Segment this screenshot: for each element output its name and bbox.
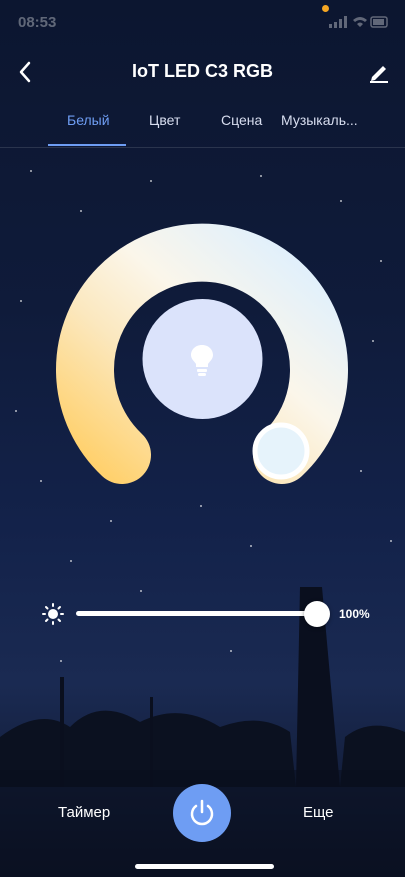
brightness-value: 100% <box>339 607 370 621</box>
brightness-slider-track[interactable] <box>76 611 316 616</box>
power-icon <box>190 799 214 826</box>
edit-pencil-icon[interactable] <box>367 60 391 84</box>
tab-music[interactable]: Музыкаль... <box>281 112 358 128</box>
mode-tabs: Белый Цвет Сцена Музыкаль... <box>0 112 405 148</box>
tab-scene[interactable]: Сцена <box>221 112 262 128</box>
power-button[interactable] <box>173 784 231 842</box>
temperature-handle <box>252 422 310 480</box>
tabs-divider <box>0 147 405 148</box>
tab-color[interactable]: Цвет <box>149 112 180 128</box>
signal-wifi-battery-icon <box>329 16 388 28</box>
status-time: 08:53 <box>18 14 57 31</box>
status-bar: 08:53 <box>0 0 405 44</box>
page-title: IoT LED C3 RGB <box>131 61 273 81</box>
sun-icon <box>42 603 64 625</box>
brightness-slider-thumb[interactable] <box>304 601 330 627</box>
active-tab-indicator <box>48 144 126 146</box>
color-temperature-dial[interactable] <box>55 223 350 485</box>
tab-white[interactable]: Белый <box>67 112 110 128</box>
home-indicator <box>135 864 274 869</box>
recording-dot <box>322 5 329 12</box>
more-button[interactable]: Еще <box>303 804 334 821</box>
timer-button[interactable]: Таймер <box>58 804 110 821</box>
